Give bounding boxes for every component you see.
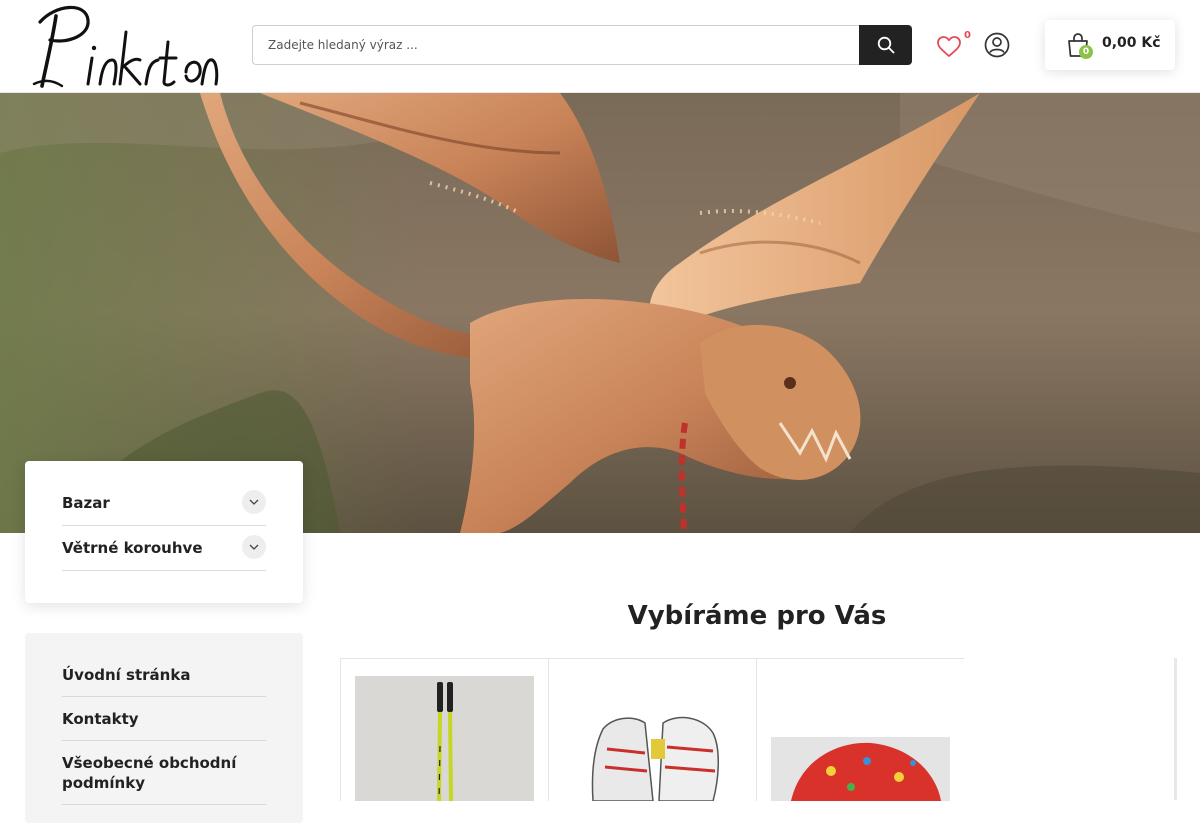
cart-count-badge: 0: [1079, 45, 1093, 59]
site-header: 0 0 0,00 Kč: [0, 0, 1200, 93]
account-button[interactable]: [983, 31, 1011, 59]
carousel-edge: [1174, 658, 1177, 800]
category-label: Větrné korouhve: [62, 539, 203, 557]
wishlist-button[interactable]: 0: [936, 30, 972, 62]
user-icon: [984, 32, 1010, 58]
info-link-contacts[interactable]: Kontakty: [62, 697, 266, 741]
category-menu: Bazar Větrné korouhve: [25, 461, 303, 603]
site-logo[interactable]: [26, 2, 220, 90]
product-card[interactable]: [548, 659, 756, 801]
info-link-label: Všeobecné obchodní podmínky: [62, 754, 237, 792]
cart-button[interactable]: 0 0,00 Kč: [1045, 20, 1175, 70]
info-menu: Úvodní stránka Kontakty Všeobecné obchod…: [25, 633, 303, 823]
info-link-terms[interactable]: Všeobecné obchodní podmínky: [62, 741, 266, 805]
category-label: Bazar: [62, 494, 110, 512]
info-link-home[interactable]: Úvodní stránka: [62, 653, 266, 697]
search-bar: [252, 25, 912, 65]
product-card[interactable]: [756, 659, 964, 801]
category-item-bazar[interactable]: Bazar: [62, 481, 266, 526]
product-image-ski-helmet: [771, 737, 950, 801]
chevron-down-icon: [249, 544, 259, 550]
logo-image: [32, 5, 219, 88]
wishlist-count: 0: [964, 30, 971, 41]
info-link-label: Úvodní stránka: [62, 666, 191, 684]
heart-icon: [937, 36, 961, 57]
recommended-section-title: Vybíráme pro Vás: [627, 601, 887, 631]
product-image-ski-poles: [355, 676, 534, 801]
chevron-down-icon: [249, 499, 259, 505]
search-icon: [877, 36, 894, 54]
cart-total: 0,00 Kč: [1102, 35, 1161, 51]
product-image-ski-boots: [563, 709, 742, 801]
search-input[interactable]: [252, 25, 860, 65]
product-card[interactable]: [340, 659, 548, 801]
category-toggle[interactable]: [242, 535, 266, 559]
category-toggle[interactable]: [242, 490, 266, 514]
search-button[interactable]: [859, 25, 912, 65]
info-link-label: Kontakty: [62, 710, 139, 728]
product-carousel: [340, 658, 964, 801]
category-item-vetrne-korouhve[interactable]: Větrné korouhve: [62, 526, 266, 571]
